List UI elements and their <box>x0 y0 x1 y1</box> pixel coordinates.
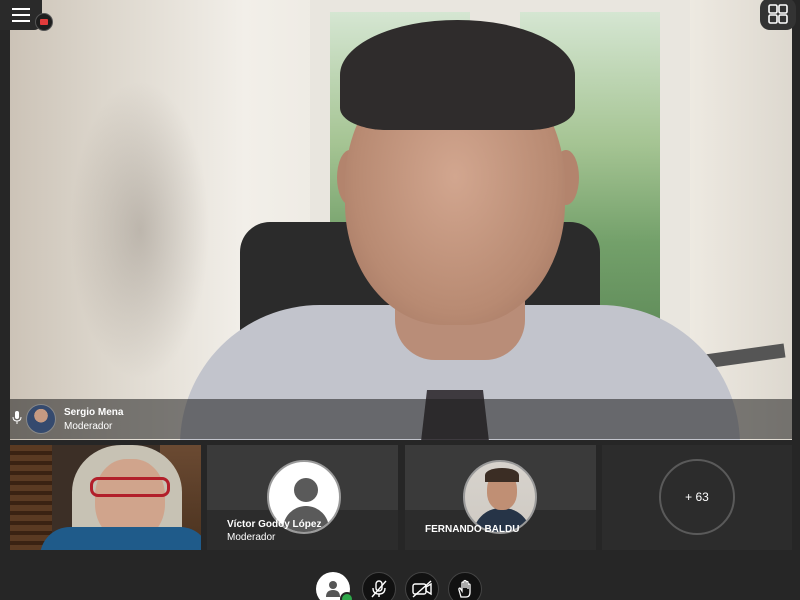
more-participants-count[interactable]: + 63 <box>659 459 735 535</box>
participant-name: FERNANDO BALDU <box>425 524 520 535</box>
participant-tile[interactable]: FERNANDO BALDU <box>405 445 596 550</box>
main-speaker-video[interactable] <box>10 0 792 440</box>
video-conference-app: Sergio Mena Moderador Víctor Godoy López… <box>0 0 800 600</box>
hamburger-menu-icon <box>12 6 30 24</box>
participant-glasses <box>90 477 170 497</box>
camera-off-badge-icon <box>35 13 53 31</box>
grid-layout-icon <box>768 4 788 24</box>
raise-hand-icon <box>458 579 471 598</box>
main-speaker-role: Moderador <box>64 421 113 432</box>
speaker-hair <box>340 20 575 130</box>
microphone-muted-icon <box>371 580 387 598</box>
online-status-dot <box>340 592 354 600</box>
participant-name: Víctor Godoy López <box>227 519 322 530</box>
participant-tile-video[interactable] <box>10 445 201 550</box>
microphone-icon <box>12 411 22 424</box>
bookshelf <box>10 445 52 550</box>
more-participants-tile[interactable]: + 63 <box>602 445 792 550</box>
main-speaker-name-strip <box>10 399 792 439</box>
wall-shadow <box>70 80 210 380</box>
participant-avatar <box>463 460 537 534</box>
camera-toggle-button[interactable] <box>405 572 439 600</box>
layout-toggle-button[interactable] <box>760 0 796 30</box>
main-speaker-name: Sergio Mena <box>64 407 124 418</box>
participant-tile[interactable]: Víctor Godoy López Moderador <box>207 445 398 550</box>
participant-jacket <box>40 527 201 550</box>
mute-microphone-button[interactable] <box>362 572 396 600</box>
main-speaker-avatar <box>26 404 56 434</box>
camera-off-icon <box>412 580 432 598</box>
participant-role: Moderador <box>227 532 276 543</box>
raise-hand-button[interactable] <box>448 572 482 600</box>
